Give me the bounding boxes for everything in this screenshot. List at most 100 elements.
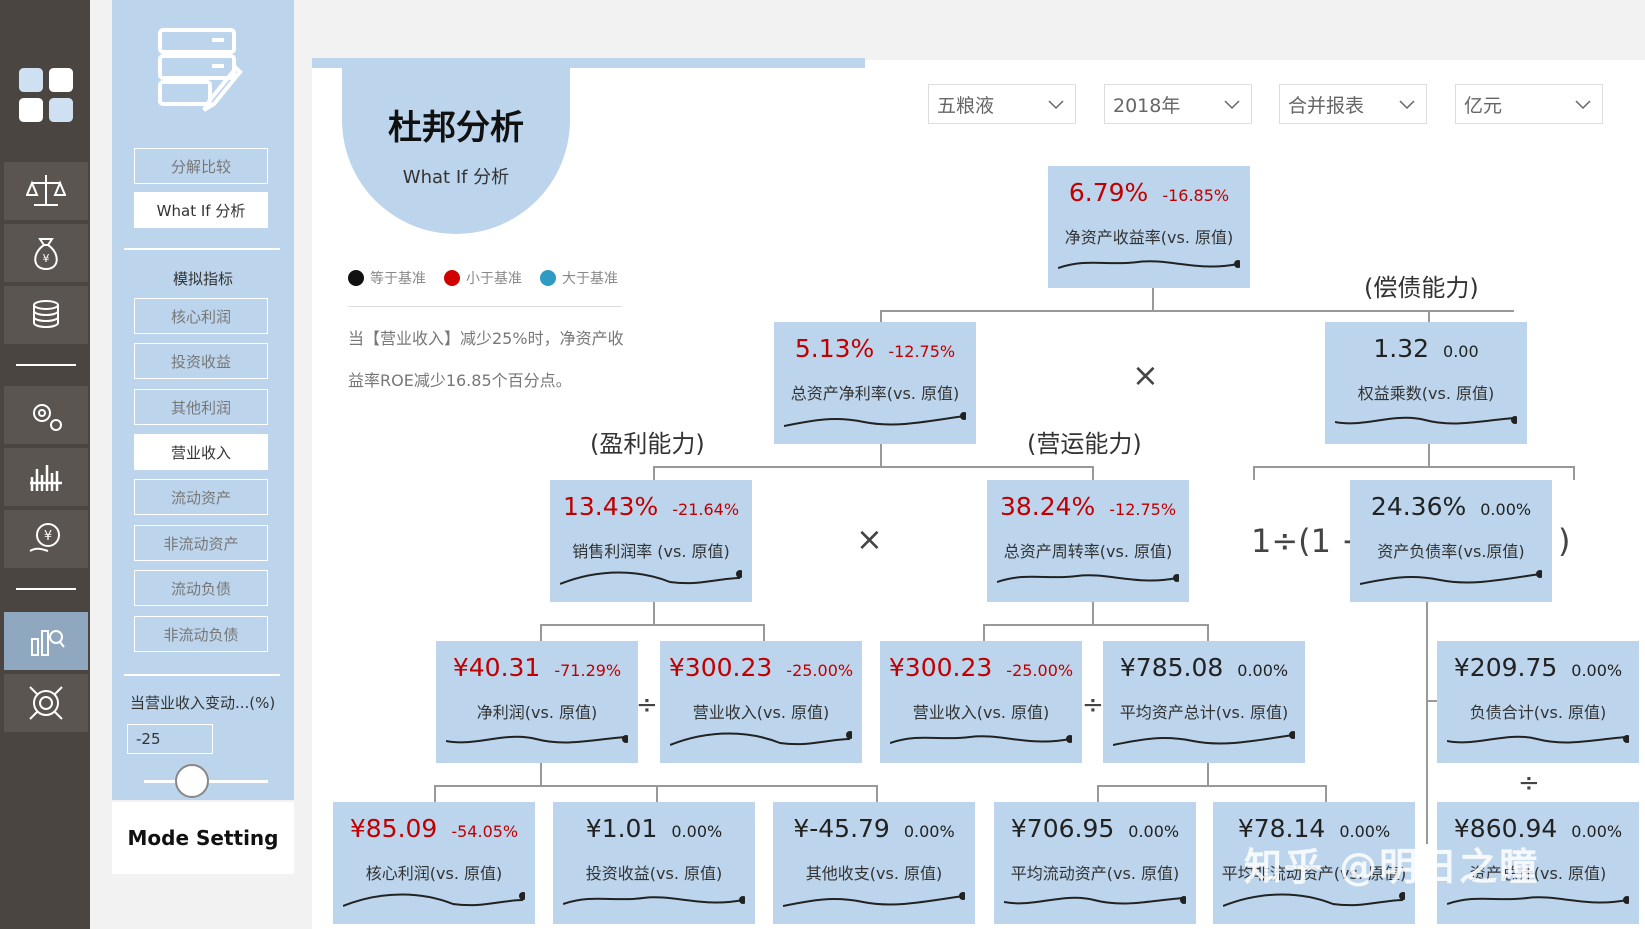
avg-current-assets-box[interactable]: ¥706.95 0.00% 平均流动资产(vs. 原值) <box>994 802 1196 924</box>
investment-income-box[interactable]: ¥1.01 0.00% 投资收益(vs. 原值) <box>553 802 755 924</box>
metric-value: ¥706.95 <box>1010 814 1115 843</box>
change-input[interactable]: -25 <box>127 724 213 754</box>
year-dropdown[interactable]: 2018年 <box>1104 84 1252 124</box>
connector-line <box>1152 288 1154 310</box>
legend: 等于基准 小于基准 大于基准 <box>348 268 636 288</box>
close-paren-operator: ) <box>1558 522 1571 560</box>
divide-operator: ÷ <box>1082 690 1104 720</box>
page-title: 杜邦分析 <box>388 108 524 148</box>
connector-line <box>434 785 876 787</box>
report-type-dropdown[interactable]: 合并报表 <box>1279 84 1427 124</box>
metric-values: 24.36% 0.00% <box>1350 492 1552 521</box>
coin-stack-icon[interactable] <box>4 286 88 344</box>
connector-line <box>434 785 436 802</box>
metric-label: 营业收入(vs. 原值) <box>912 703 1050 722</box>
connector-line <box>1253 466 1575 468</box>
metric-change: -54.05% <box>451 822 519 841</box>
indicator-current-liabilities[interactable]: 流动负债 <box>134 570 268 606</box>
divide-operator: ÷ <box>636 690 658 720</box>
section-title: 模拟指标 <box>172 270 233 288</box>
revenue-box-1[interactable]: ¥300.23 -25.00% 营业收入(vs. 原值) <box>660 641 862 763</box>
balance-scale-icon[interactable] <box>4 162 88 220</box>
sparkline <box>1360 570 1542 585</box>
metric-values: ¥785.08 0.00% <box>1103 653 1305 682</box>
company-dropdown[interactable]: 五粮液 <box>928 84 1076 124</box>
icon-rail: ¥ ¥ <box>0 0 90 929</box>
gears-icon[interactable] <box>4 386 88 444</box>
metric-values: ¥-45.79 0.00% <box>773 814 975 843</box>
chevron-down-icon <box>1224 100 1240 110</box>
metric-values: ¥1.01 0.00% <box>553 814 755 843</box>
mode-whatif-button[interactable]: What If 分析 <box>134 192 268 228</box>
note-divider <box>348 306 622 307</box>
connector-line <box>653 466 1092 468</box>
indicator-noncurrent-liabilities[interactable]: 非流动负债 <box>134 616 268 652</box>
roa-box[interactable]: 5.13% -12.75% 总资产净利率(vs. 原值) <box>774 322 976 444</box>
change-slider-thumb[interactable] <box>175 764 209 798</box>
sidebar-divider <box>124 674 280 676</box>
metric-label: 其他收支(vs. 原值) <box>805 864 943 883</box>
connector-line <box>983 624 985 641</box>
metric-change: 0.00% <box>1571 661 1623 680</box>
metric-change: 0.00 <box>1443 342 1479 361</box>
target-icon[interactable] <box>4 674 88 732</box>
divide-operator: ÷ <box>1518 768 1540 798</box>
metric-change: 0.00% <box>1237 661 1289 680</box>
connector-line <box>1097 785 1099 802</box>
group-operation-label: (营运能力) <box>1027 430 1142 458</box>
metric-label: 总资产净利率(vs. 原值) <box>790 384 960 403</box>
sparkline <box>997 574 1179 583</box>
dashboard-grid-icon[interactable] <box>4 40 88 150</box>
indicator-other-profit[interactable]: 其他利润 <box>134 389 268 425</box>
sparkline <box>446 735 628 744</box>
unit-dropdown[interactable]: 亿元 <box>1455 84 1603 124</box>
other-income-box[interactable]: ¥-45.79 0.00% 其他收支(vs. 原值) <box>773 802 975 924</box>
legend-dot-less <box>444 270 460 286</box>
metric-label: 核心利润(vs. 原值) <box>365 864 503 883</box>
connector-line <box>540 624 542 641</box>
mode-decompose-button[interactable]: 分解比较 <box>134 148 268 184</box>
group-profitability-label: (盈利能力) <box>590 430 705 458</box>
indicator-current-assets[interactable]: 流动资产 <box>134 479 268 515</box>
sparkline <box>784 412 966 427</box>
analysis-chart-icon[interactable] <box>4 612 88 670</box>
metric-label: 投资收益(vs. 原值) <box>585 864 723 883</box>
indicator-investment-income[interactable]: 投资收益 <box>134 343 268 379</box>
avg-total-assets-box[interactable]: ¥785.08 0.00% 平均资产总计(vs. 原值) <box>1103 641 1305 763</box>
yen-hand-icon[interactable]: ¥ <box>4 510 88 568</box>
metric-change: 0.00% <box>1480 500 1532 519</box>
sparkline <box>563 896 745 905</box>
revenue-box-2[interactable]: ¥300.23 -25.00% 营业收入(vs. 原值) <box>880 641 1082 763</box>
metric-label: 总资产周转率(vs. 原值) <box>1003 542 1173 561</box>
metric-values: ¥300.23 -25.00% <box>880 653 1082 682</box>
metric-value: ¥40.31 <box>452 653 541 682</box>
legend-label: 小于基准 <box>466 271 522 287</box>
roe-box[interactable]: 6.79% -16.85% 净资产收益率(vs. 原值) <box>1048 166 1250 288</box>
indicator-revenue[interactable]: 营业收入 <box>134 434 268 470</box>
bar-chart-icon[interactable] <box>4 448 88 506</box>
equity-multiplier-box[interactable]: 1.32 0.00 权益乘数(vs. 原值) <box>1325 322 1527 444</box>
connector-line <box>1097 785 1325 787</box>
net-income-box[interactable]: ¥40.31 -71.29% 净利润(vs. 原值) <box>436 641 638 763</box>
metric-values: ¥85.09 -54.05% <box>333 814 535 843</box>
metric-values: 1.32 0.00 <box>1325 334 1527 363</box>
total-liabilities-box[interactable]: ¥209.75 0.00% 负债合计(vs. 原值) <box>1437 641 1639 763</box>
metric-change: 0.00% <box>671 822 723 841</box>
money-bag-icon[interactable]: ¥ <box>4 224 88 282</box>
metric-value: 1.32 <box>1373 334 1430 363</box>
indicator-noncurrent-assets[interactable]: 非流动资产 <box>134 525 268 561</box>
chevron-down-icon <box>1399 100 1415 110</box>
debt-ratio-box[interactable]: 24.36% 0.00% 资产负债率(vs.原值) <box>1350 480 1552 602</box>
net-profit-margin-box[interactable]: 13.43% -21.64% 销售利润率 (vs. 原值) <box>550 480 752 602</box>
metric-value: 38.24% <box>999 492 1096 521</box>
indicator-core-profit[interactable]: 核心利润 <box>134 298 268 334</box>
asset-turnover-box[interactable]: 38.24% -12.75% 总资产周转率(vs. 原值) <box>987 480 1189 602</box>
sparkline <box>1447 735 1629 744</box>
metric-label: 净资产收益率(vs. 原值) <box>1064 228 1234 247</box>
metric-values: ¥40.31 -71.29% <box>436 653 638 682</box>
core-profit-box[interactable]: ¥85.09 -54.05% 核心利润(vs. 原值) <box>333 802 535 924</box>
legend-dot-equal <box>348 270 364 286</box>
connector-line <box>1426 602 1428 844</box>
metric-value: 13.43% <box>562 492 659 521</box>
metric-change: -21.64% <box>672 500 740 519</box>
